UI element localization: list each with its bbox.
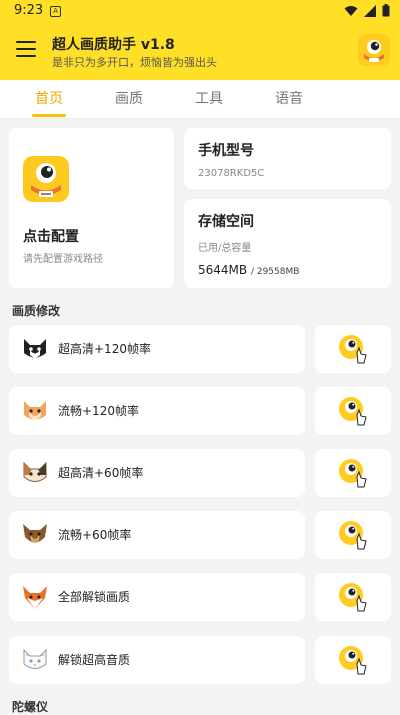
signal-icon: [364, 4, 376, 17]
mascot-tap-icon: [339, 459, 367, 488]
quality-row: 超高清+60帧率: [9, 449, 305, 497]
tab-home[interactable]: 首页: [9, 80, 89, 118]
battery-icon: [382, 4, 390, 17]
apply-button[interactable]: [315, 573, 391, 621]
quality-row: 解锁超高音质: [9, 636, 305, 684]
mascot-tap-icon: [339, 335, 367, 364]
apply-button[interactable]: [315, 636, 391, 684]
quality-row: 全部解锁画质: [9, 573, 305, 621]
mascot-tap-icon: [339, 583, 367, 612]
storage-card: 存储空间 已用/总容量 5644MB / 29558MB: [184, 199, 391, 288]
quality-row-label: 解锁超高音质: [58, 653, 131, 667]
status-icons: [344, 4, 390, 17]
quality-row-label: 超高清+120帧率: [58, 342, 151, 356]
tab-indicator: [32, 114, 66, 117]
quality-row: 流畅+60帧率: [9, 511, 305, 559]
menu-icon-line: [16, 48, 36, 50]
orange-cat-icon: [24, 401, 46, 420]
app-bar: 超人画质助手 v1.8 是非只为多开口，烦恼皆为强出头: [0, 24, 400, 80]
tab-voice[interactable]: 语音: [249, 80, 329, 118]
gyro-section-title: 陀螺仪: [12, 700, 49, 714]
menu-button[interactable]: [16, 41, 36, 59]
mascot-tap-icon: [339, 397, 367, 426]
wifi-icon: [344, 5, 358, 16]
apply-button[interactable]: [315, 325, 391, 373]
fox-icon: [23, 586, 47, 609]
tab-tools[interactable]: 工具: [169, 80, 249, 118]
menu-icon-line: [16, 41, 36, 43]
storage-used: 5644MB: [198, 263, 248, 277]
quality-row: 流畅+120帧率: [9, 387, 305, 435]
quality-row-label: 全部解锁画质: [58, 590, 131, 604]
app-title: 超人画质助手 v1.8: [52, 37, 175, 53]
mascot-icon: [23, 156, 69, 202]
tab-quality[interactable]: 画质: [89, 80, 169, 118]
storage-title: 存储空间: [198, 214, 254, 230]
storage-total: 29558MB: [256, 267, 300, 277]
storage-values: 5644MB / 29558MB: [198, 263, 299, 277]
app-subtitle: 是非只为多开口，烦恼皆为强出头: [52, 56, 217, 69]
quality-section-title: 画质修改: [12, 304, 61, 318]
status-time: 9:23: [14, 3, 44, 18]
apply-button[interactable]: [315, 387, 391, 435]
mascot-tap-icon: [339, 646, 367, 675]
phone-model-card: 手机型号 23078RKD5C: [184, 128, 391, 189]
phone-model-title: 手机型号: [198, 143, 254, 159]
config-title: 点击配置: [23, 229, 79, 245]
config-subtitle: 请先配置游戏路径: [23, 254, 103, 265]
quality-row-label: 流畅+120帧率: [58, 404, 139, 418]
calico-cat-icon: [23, 461, 47, 482]
apply-button[interactable]: [315, 449, 391, 497]
app-logo-icon[interactable]: [358, 34, 390, 66]
config-card[interactable]: 点击配置 请先配置游戏路径: [9, 128, 174, 288]
mascot-tap-icon: [339, 521, 367, 550]
quality-row: 超高清+120帧率: [9, 325, 305, 373]
notification-a-icon: A: [50, 6, 61, 17]
quality-row-label: 流畅+60帧率: [58, 528, 132, 542]
yorkie-dog-icon: [23, 524, 47, 543]
white-cat-icon: [23, 648, 47, 669]
phone-model-value: 23078RKD5C: [198, 168, 265, 179]
status-bar: 9:23 A: [0, 0, 400, 24]
storage-label: 已用/总容量: [198, 243, 252, 254]
quality-row-label: 超高清+60帧率: [58, 466, 144, 480]
apply-button[interactable]: [315, 511, 391, 559]
menu-icon-line: [16, 55, 36, 57]
tuxedo-cat-icon: [24, 339, 46, 358]
